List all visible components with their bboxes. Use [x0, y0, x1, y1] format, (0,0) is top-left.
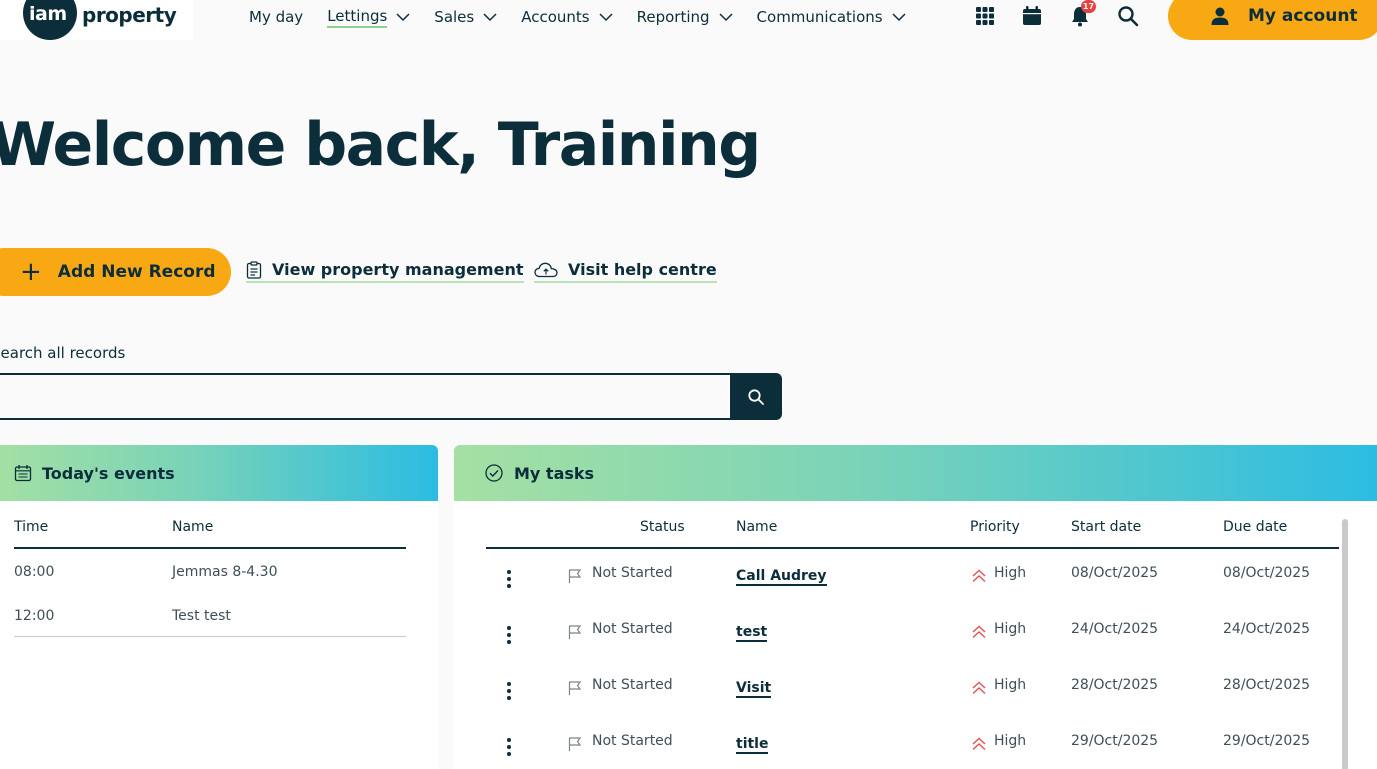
task-priority: High — [994, 621, 1027, 637]
view-property-management-link[interactable]: View property management — [246, 260, 524, 283]
add-new-record-button[interactable]: + Add New Record — [0, 248, 231, 296]
calendar-icon[interactable] — [1021, 5, 1043, 27]
task-name-link[interactable]: Visit — [736, 680, 772, 698]
event-time: 12:00 — [14, 608, 55, 624]
nav-label: Reporting — [636, 8, 710, 26]
event-name[interactable]: Test test — [172, 608, 231, 624]
calendar-outline-icon — [14, 465, 32, 482]
double-chevron-up-icon — [972, 737, 986, 751]
todays-events-panel: Today's events Time Name 08:00 Jemmas 8-… — [0, 445, 438, 769]
task-priority: High — [994, 565, 1027, 581]
nav-item-accounts[interactable]: Accounts — [521, 6, 613, 28]
task-name-link[interactable]: title — [736, 736, 769, 754]
table-bottom-divider — [14, 636, 406, 637]
task-priority: High — [994, 733, 1027, 749]
task-due-date: 29/Oct/2025 — [1223, 733, 1311, 749]
my-account-button[interactable]: My account — [1168, 0, 1377, 40]
top-navigation-bar: iam property My day Lettings Sales Accou… — [0, 0, 1377, 40]
nav-item-reporting[interactable]: Reporting — [637, 6, 733, 28]
page-title: Welcome back, Training — [0, 110, 761, 180]
search-submit-button[interactable] — [730, 373, 782, 420]
task-status: Not Started — [592, 621, 673, 637]
task-start-date: 29/Oct/2025 — [1071, 733, 1159, 749]
chevron-down-icon — [599, 13, 613, 22]
kebab-icon[interactable] — [501, 681, 517, 701]
chevron-down-icon — [396, 13, 410, 22]
kebab-icon[interactable] — [501, 625, 517, 645]
double-chevron-up-icon — [972, 569, 986, 583]
nav-item-communications[interactable]: Communications — [757, 6, 906, 28]
plus-icon: + — [20, 257, 42, 287]
column-header-due-date: Due date — [1223, 519, 1288, 535]
chevron-down-icon — [719, 13, 733, 22]
column-header-start-date: Start date — [1071, 519, 1142, 535]
task-due-date: 08/Oct/2025 — [1223, 565, 1311, 581]
task-name-link[interactable]: Call Audrey — [736, 568, 827, 586]
column-header-name: Name — [172, 519, 214, 535]
column-header-time: Time — [14, 519, 49, 535]
visit-help-centre-link[interactable]: Visit help centre — [534, 260, 717, 283]
task-status: Not Started — [592, 677, 673, 693]
visit-help-centre-label: Visit help centre — [568, 260, 717, 279]
clipboard-icon — [246, 260, 262, 279]
flag-icon — [568, 569, 582, 583]
kebab-icon[interactable] — [501, 737, 517, 757]
my-tasks-panel: My tasks Status Name Priority Start date… — [454, 445, 1377, 769]
column-header-priority: Priority — [970, 519, 1020, 535]
flag-icon — [568, 625, 582, 639]
task-start-date: 28/Oct/2025 — [1071, 677, 1159, 693]
my-tasks-title: My tasks — [514, 463, 595, 483]
flag-icon — [568, 737, 582, 751]
task-due-date: 28/Oct/2025 — [1223, 677, 1311, 693]
column-header-status: Status — [640, 519, 685, 535]
kebab-icon[interactable] — [501, 569, 517, 589]
task-start-date: 24/Oct/2025 — [1071, 621, 1159, 637]
nav-item-my-day[interactable]: My day — [249, 6, 303, 28]
search-label: Search all records — [0, 344, 126, 362]
user-icon — [1211, 7, 1229, 25]
nav-label: Accounts — [521, 8, 590, 26]
double-chevron-up-icon — [972, 681, 986, 695]
grid-icon[interactable] — [974, 5, 996, 27]
chevron-down-icon — [892, 13, 906, 22]
tasks-scrollbar[interactable] — [1342, 519, 1348, 769]
nav-item-lettings[interactable]: Lettings — [327, 6, 410, 28]
my-tasks-header: My tasks — [454, 445, 1377, 501]
search-input[interactable] — [0, 373, 732, 420]
nav-label: Lettings — [327, 6, 388, 28]
my-account-label: My account — [1248, 6, 1358, 26]
logo-text-iam: iam — [29, 3, 67, 25]
nav-label: My day — [249, 8, 304, 26]
task-status: Not Started — [592, 733, 673, 749]
task-due-date: 24/Oct/2025 — [1223, 621, 1311, 637]
cloud-icon — [534, 262, 558, 277]
column-header-name: Name — [736, 519, 778, 535]
add-new-record-label: Add New Record — [57, 262, 216, 282]
task-status: Not Started — [592, 565, 673, 581]
double-chevron-up-icon — [972, 625, 986, 639]
table-header-divider — [486, 547, 1339, 549]
flag-icon — [568, 681, 582, 695]
notification-count-badge: 17 — [1081, 0, 1096, 13]
logo-text-property: property — [82, 3, 177, 27]
search-icon[interactable] — [1117, 5, 1139, 27]
todays-events-header: Today's events — [0, 445, 438, 501]
event-time: 08:00 — [14, 564, 55, 580]
view-property-management-label: View property management — [272, 260, 524, 279]
task-priority: High — [994, 677, 1027, 693]
nav-label: Sales — [434, 8, 475, 26]
event-name[interactable]: Jemmas 8-4.30 — [172, 564, 277, 580]
task-name-link[interactable]: test — [736, 624, 768, 642]
search-icon — [748, 388, 764, 405]
main-nav: My day Lettings Sales Accounts Reporting… — [249, 6, 930, 28]
table-header-divider — [14, 547, 406, 549]
nav-label: Communications — [756, 8, 883, 26]
nav-item-sales[interactable]: Sales — [434, 6, 497, 28]
iam-property-logo[interactable]: iam property — [0, 0, 193, 40]
chevron-down-icon — [483, 13, 497, 22]
todays-events-title: Today's events — [42, 463, 175, 483]
check-circle-icon — [485, 464, 503, 482]
task-start-date: 08/Oct/2025 — [1071, 565, 1159, 581]
